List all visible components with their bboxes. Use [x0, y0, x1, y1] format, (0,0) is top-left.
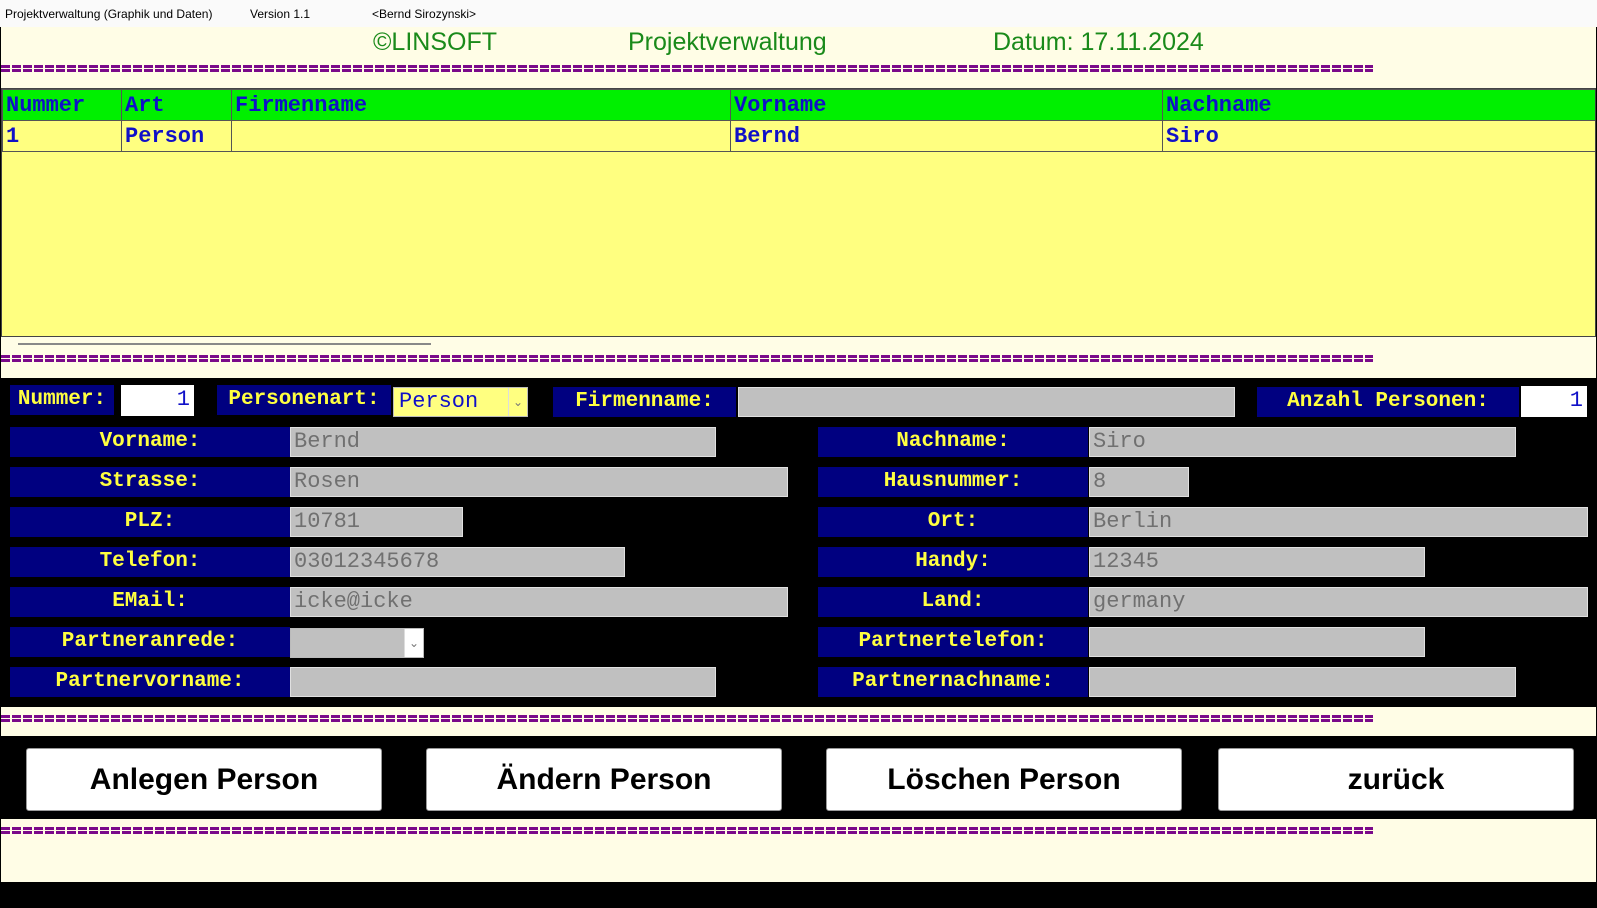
anzahl-personen-label: Anzahl Personen: — [1257, 387, 1519, 417]
partnervorname-label: Partnervorname: — [10, 667, 290, 697]
partnernachname-label: Partnernachname: — [818, 667, 1088, 697]
chevron-down-icon[interactable]: ⌄ — [404, 629, 423, 657]
plz-field[interactable]: 10781 — [290, 507, 463, 537]
handy-field[interactable]: 12345 — [1089, 547, 1425, 577]
zurueck-button[interactable]: zurück — [1218, 748, 1574, 811]
column-header-nachname[interactable]: Nachname — [1162, 89, 1595, 121]
column-header-nummer[interactable]: Nummer — [2, 89, 122, 121]
persons-grid[interactable]: Nummer Art Firmenname Vorname Nachname 1… — [1, 88, 1596, 337]
ort-label: Ort: — [818, 507, 1088, 537]
partneranrede-select[interactable]: ⌄ — [290, 628, 424, 658]
header-area: ©LINSOFT Projektverwaltung Datum: 17.11.… — [1, 27, 1596, 88]
plz-label: PLZ: — [10, 507, 290, 537]
personenart-value: Person — [399, 389, 479, 414]
separator-line — [1, 354, 1373, 366]
nummer-label: Nummer: — [10, 385, 114, 415]
version-label: Version 1.1 — [250, 7, 311, 21]
firmenname-field[interactable] — [738, 387, 1235, 417]
hausnummer-label: Hausnummer: — [818, 467, 1088, 497]
column-header-firmenname[interactable]: Firmenname — [231, 89, 731, 121]
cell-vorname[interactable]: Bernd — [730, 120, 1163, 152]
telefon-field[interactable]: 03012345678 — [290, 547, 625, 577]
separator-line — [1, 826, 1373, 838]
nachname-field[interactable]: Siro — [1089, 427, 1516, 457]
personenart-select[interactable]: Person ⌄ — [393, 387, 528, 417]
grid-header-row: Nummer Art Firmenname Vorname Nachname — [2, 89, 1595, 121]
strasse-field[interactable]: Rosen — [290, 467, 788, 497]
aendern-person-button[interactable]: Ändern Person — [426, 748, 782, 811]
column-header-vorname[interactable]: Vorname — [730, 89, 1163, 121]
partnervorname-field[interactable] — [290, 667, 716, 697]
partnertelefon-label: Partnertelefon: — [818, 627, 1088, 657]
partnernachname-field[interactable] — [1089, 667, 1516, 697]
anzahl-personen-field[interactable]: 1 — [1521, 386, 1587, 417]
partneranrede-label: Partneranrede: — [10, 627, 290, 657]
cell-art[interactable]: Person — [121, 120, 232, 152]
app-title: Projektverwaltung (Graphik und Daten) — [5, 7, 213, 21]
loeschen-person-button[interactable]: Löschen Person — [826, 748, 1182, 811]
horizontal-scrollbar[interactable] — [18, 343, 431, 345]
land-label: Land: — [818, 587, 1088, 617]
personenart-label: Personenart: — [217, 385, 391, 415]
telefon-label: Telefon: — [10, 547, 290, 577]
hausnummer-field[interactable]: 8 — [1089, 467, 1189, 497]
anlegen-person-button[interactable]: Anlegen Person — [26, 748, 382, 811]
date-label: Datum: 17.11.2024 — [993, 28, 1204, 56]
chevron-down-icon[interactable]: ⌄ — [508, 388, 527, 416]
separator-line — [1, 64, 1373, 76]
cell-nachname[interactable]: Siro — [1162, 120, 1595, 152]
cell-nummer[interactable]: 1 — [2, 120, 122, 152]
copyright-label: ©LINSOFT — [373, 28, 497, 56]
email-label: EMail: — [10, 587, 290, 617]
partnertelefon-field[interactable] — [1089, 627, 1425, 657]
column-header-art[interactable]: Art — [121, 89, 232, 121]
footer-strip — [1, 819, 1596, 882]
cell-firmenname[interactable] — [231, 120, 731, 152]
table-row[interactable]: 1 Person Bernd Siro — [2, 120, 1595, 152]
user-label: <Bernd Sirozynski> — [372, 7, 477, 21]
nummer-field[interactable]: 1 — [121, 385, 194, 416]
land-field[interactable]: germany — [1089, 587, 1588, 617]
handy-label: Handy: — [818, 547, 1088, 577]
firmenname-label: Firmenname: — [553, 387, 736, 417]
vorname-label: Vorname: — [10, 427, 290, 457]
email-field[interactable]: icke@icke — [290, 587, 788, 617]
nachname-label: Nachname: — [818, 427, 1088, 457]
strasse-label: Strasse: — [10, 467, 290, 497]
vorname-field[interactable]: Bernd — [290, 427, 716, 457]
separator-line — [1, 714, 1373, 726]
title-bar: Projektverwaltung (Graphik und Daten) Ve… — [0, 0, 1597, 27]
separator-strip — [1, 707, 1596, 736]
ort-field[interactable]: Berlin — [1089, 507, 1588, 537]
page-title: Projektverwaltung — [628, 28, 827, 56]
